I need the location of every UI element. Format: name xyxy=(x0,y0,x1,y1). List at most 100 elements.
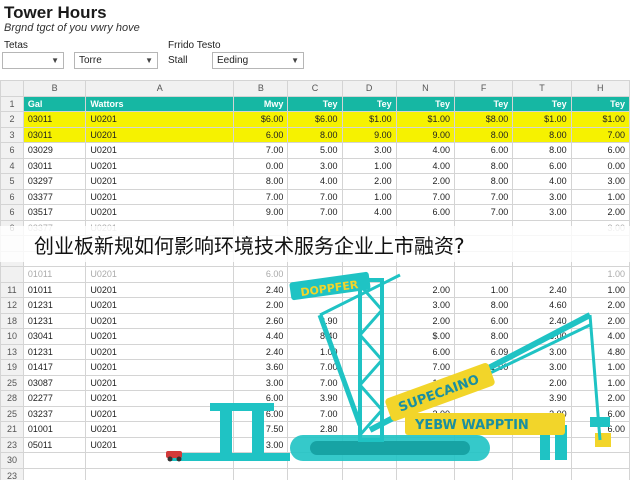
table-cell[interactable]: U0201 xyxy=(85,157,235,174)
row-number[interactable]: 23 xyxy=(0,467,24,480)
table-cell[interactable]: 7.00 xyxy=(453,188,514,205)
table-cell[interactable]: 03297 xyxy=(22,173,87,190)
filter-select-stall[interactable]: Eeding ▼ xyxy=(212,52,304,69)
table-cell[interactable]: U0201 xyxy=(85,173,235,190)
column-header[interactable]: Tey xyxy=(512,95,572,112)
table-cell[interactable]: 03011 xyxy=(22,126,87,143)
table-cell[interactable]: 03041 xyxy=(22,328,87,345)
table-cell[interactable]: 01001 xyxy=(22,421,87,438)
filter-select-tetas[interactable]: ▼ xyxy=(2,52,64,69)
column-letter[interactable]: A xyxy=(85,80,235,97)
table-cell[interactable]: 7.00 xyxy=(570,126,631,143)
row-number[interactable]: 21 xyxy=(0,421,24,438)
table-cell[interactable]: 7.00 xyxy=(233,142,289,159)
table-cell[interactable]: 03029 xyxy=(22,142,87,159)
table-cell[interactable]: 03087 xyxy=(22,374,87,391)
column-header[interactable]: Gal xyxy=(22,95,87,112)
row-number[interactable]: 23 xyxy=(0,436,24,453)
table-cell[interactable]: 7.00 xyxy=(287,204,343,221)
column-letter[interactable]: B xyxy=(22,80,87,97)
table-cell[interactable]: 7.00 xyxy=(287,188,343,205)
table-cell[interactable]: 0.00 xyxy=(570,157,631,174)
table-cell[interactable]: U0201 xyxy=(85,142,235,159)
table-cell[interactable]: 01231 xyxy=(22,312,87,329)
corner-cell[interactable] xyxy=(0,80,24,97)
table-cell[interactable]: 8.00 xyxy=(453,126,514,143)
table-row[interactable]: 6 03517 U0201 9.00 7.00 4.00 6.00 7.00 3.00 2.00 xyxy=(0,204,631,221)
table-cell[interactable]: 1.00 xyxy=(341,188,397,205)
table-cell[interactable]: 3.00 xyxy=(570,173,631,190)
table-cell[interactable]: 3.00 xyxy=(512,204,572,221)
table-cell[interactable]: 6.00 xyxy=(233,126,289,143)
table-cell[interactable]: 8.00 xyxy=(233,173,289,190)
row-number[interactable]: 30 xyxy=(0,452,24,469)
table-cell[interactable]: U0201 xyxy=(85,111,235,128)
column-letter[interactable]: D xyxy=(341,80,397,97)
table-row[interactable]: 2 03011 U0201 $6.00 $6.00 $1.00 $1.00 $8.00 $1.0… xyxy=(0,111,631,128)
table-cell[interactable]: 9.00 xyxy=(341,126,397,143)
table-cell[interactable]: 8.00 xyxy=(512,126,572,143)
column-letter[interactable]: B xyxy=(233,80,289,97)
table-cell[interactable]: 02277 xyxy=(22,390,87,407)
row-number[interactable]: 12 xyxy=(0,297,24,314)
table-cell[interactable]: 6.00 xyxy=(395,204,455,221)
table-cell[interactable]: $1.00 xyxy=(341,111,397,128)
table-cell[interactable]: 8.00 xyxy=(453,173,514,190)
table-cell[interactable]: 4.00 xyxy=(341,204,397,221)
table-cell[interactable]: 0.00 xyxy=(233,157,289,174)
row-number[interactable]: 6 xyxy=(0,188,24,205)
column-letter[interactable]: H xyxy=(570,80,631,97)
table-cell[interactable]: U0201 xyxy=(85,188,235,205)
table-row[interactable]: 6 03377 U0201 7.00 7.00 1.00 7.00 7.00 3.00 1.00 xyxy=(0,188,631,205)
table-cell[interactable]: $8.00 xyxy=(453,111,514,128)
table-cell[interactable]: 03237 xyxy=(22,405,87,422)
row-number[interactable]: 1 xyxy=(0,95,24,112)
table-cell[interactable]: 3.00 xyxy=(512,188,572,205)
table-cell[interactable]: 2.00 xyxy=(395,173,455,190)
table-cell[interactable]: 9.00 xyxy=(233,204,289,221)
table-cell[interactable]: 4.00 xyxy=(287,173,343,190)
table-cell[interactable]: 2.00 xyxy=(570,204,631,221)
column-header[interactable]: Tey xyxy=(453,95,514,112)
row-number[interactable]: 25 xyxy=(0,374,24,391)
table-cell[interactable]: 4.00 xyxy=(512,173,572,190)
table-cell[interactable]: 01231 xyxy=(22,297,87,314)
table-cell[interactable]: 8.00 xyxy=(287,126,343,143)
row-number[interactable]: 25 xyxy=(0,405,24,422)
table-cell[interactable]: 7.00 xyxy=(453,204,514,221)
table-cell[interactable]: 3.00 xyxy=(287,157,343,174)
table-cell[interactable]: $6.00 xyxy=(287,111,343,128)
table-cell[interactable]: $1.00 xyxy=(512,111,572,128)
table-cell[interactable]: 6.00 xyxy=(512,157,572,174)
column-header[interactable]: Tey xyxy=(341,95,397,112)
table-cell[interactable]: 01011 xyxy=(22,266,87,283)
table-row[interactable]: 6 03029 U0201 7.00 5.00 3.00 4.00 6.00 8.00 6.00 xyxy=(0,142,631,159)
table-cell[interactable]: 6.00 xyxy=(453,142,514,159)
row-number[interactable]: 28 xyxy=(0,390,24,407)
table-cell[interactable]: $1.00 xyxy=(570,111,631,128)
row-number[interactable]: 3 xyxy=(0,126,24,143)
table-cell[interactable]: 01417 xyxy=(22,359,87,376)
column-header[interactable]: Tey xyxy=(287,95,343,112)
column-header[interactable]: Mwy xyxy=(233,95,289,112)
table-cell[interactable]: 7.00 xyxy=(395,188,455,205)
table-cell[interactable]: 3.00 xyxy=(341,142,397,159)
table-cell[interactable] xyxy=(22,452,87,469)
filter-select-torre[interactable]: Torre ▼ xyxy=(74,52,158,69)
table-cell[interactable]: 03517 xyxy=(22,204,87,221)
row-number[interactable]: 10 xyxy=(0,328,24,345)
table-cell[interactable]: $6.00 xyxy=(233,111,289,128)
row-number[interactable]: 13 xyxy=(0,343,24,360)
column-header[interactable]: Wattors xyxy=(85,95,235,112)
table-cell[interactable]: 4.00 xyxy=(395,157,455,174)
column-letter[interactable]: T xyxy=(512,80,572,97)
table-row[interactable]: 3 03011 U0201 6.00 8.00 9.00 9.00 8.00 8.00 7.00 xyxy=(0,126,631,143)
row-number[interactable]: 4 xyxy=(0,157,24,174)
table-cell[interactable]: 1.00 xyxy=(570,188,631,205)
row-number[interactable]: 2 xyxy=(0,111,24,128)
table-cell[interactable]: 03377 xyxy=(22,188,87,205)
table-row[interactable]: 5 03297 U0201 8.00 4.00 2.00 2.00 8.00 4.00 3.00 xyxy=(0,173,631,190)
table-cell[interactable]: 2.00 xyxy=(341,173,397,190)
table-row[interactable]: 4 03011 U0201 0.00 3.00 1.00 4.00 8.00 6.00 0.00 xyxy=(0,157,631,174)
table-cell[interactable]: 03011 xyxy=(22,111,87,128)
